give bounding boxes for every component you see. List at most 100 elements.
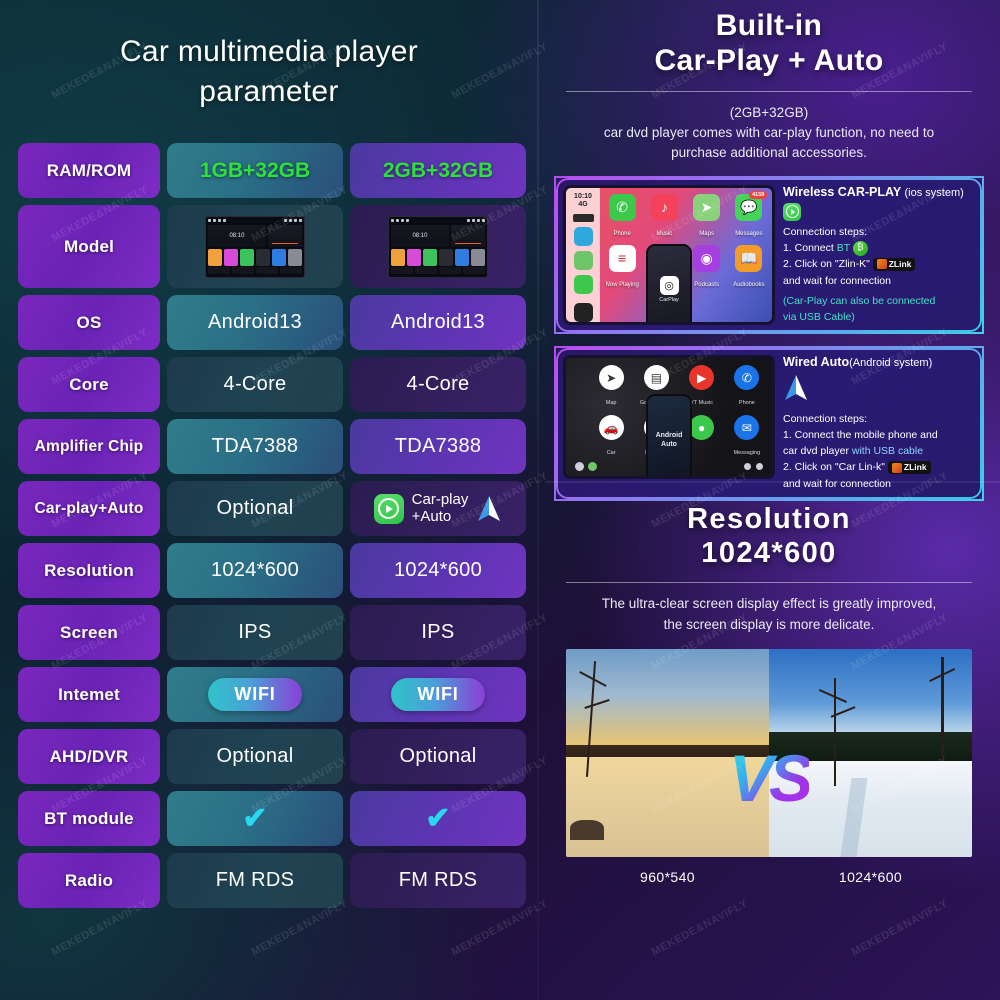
hu-status-left [208,218,226,224]
carplay-app-phone[interactable]: ✆ Phone [604,193,640,240]
zlink-badge: ZLink [872,257,916,272]
carplay-sub-line3: purchase additional accessories. [671,145,867,161]
page-title-line1: Car multimedia player [119,35,419,68]
notification-badge: 4159 [749,190,768,199]
carplay-display: 10:10 4G ✆ Phone ♪ Music ➤ Maps 💬 4159 Messages ≡… [563,184,775,325]
wireless-step2-tail: and wait for connection [783,274,891,287]
phone-icon: ✆ [734,365,760,391]
music-icon: ♪ [650,193,678,221]
wired-heading-suffix: (Android system) [849,357,933,370]
hu-clock-widget: 08:10 [208,225,266,247]
zlink-icon [891,462,902,473]
head-unit-screenshot: 08:10 [388,215,488,278]
zlink-badge: ZLink [887,460,931,475]
carplay-title-line1: Built-in [715,9,823,42]
carplay-title-rule [566,90,972,92]
panel-divider-vertical [537,0,539,1000]
carplay-app-maps[interactable]: ➤ Maps [689,193,725,240]
maps-icon-small [573,250,593,270]
carplay-signal: 4G [578,200,588,208]
spec-value-col1: Optional [167,481,343,536]
car-icon: 🚗 [598,415,624,441]
wireless-steps-label: Connection steps: [783,225,868,238]
android-auto-phone-overlay: Android Auto [646,394,692,477]
carplay-app-podcasts[interactable]: ◉ Podcasts [689,244,725,291]
wireless-heading-main: Wireless CAR-PLAY [783,184,901,199]
hu-app-row [208,248,303,266]
carplay-sidebar: 10:10 4G [566,187,600,322]
hu-bottom-bar [208,267,302,274]
vs-badge: VS [728,740,813,815]
android-auto-app-label: Map [605,400,617,407]
carplay-app-audiobooks[interactable]: 📖 Audiobooks [731,244,767,291]
wireless-step2-prefix: 2. Click on "Zlin-K" [783,258,870,271]
maps-icon: ➤ [693,193,721,221]
hu-widgets: 08:10 [391,225,485,247]
spec-row: OS Android13 Android13 [18,295,526,350]
yt-music-icon: ▶ [689,365,715,391]
app-icon: ● [689,415,715,441]
resolution-subtitle: The ultra-clear screen display effect is… [554,594,984,635]
spec-row: RAM/ROM 1GB+32GB 2GB+32GB [18,143,526,198]
carplay-screen-mock: 10:10 4G ✆ Phone ♪ Music ➤ Maps 💬 4159 Messages ≡… [563,184,775,326]
wireless-step1-accent: BT [836,241,850,254]
resolution-sub-line2: the screen display is more delicate. [663,616,875,632]
android-auto-app-messaging[interactable]: ✉ Messaging [728,415,766,459]
checkmark-icon: ✔ [425,801,451,835]
spec-value-text: FM RDS [215,869,295,891]
carplay-sub-line1: (2GB+32GB) [729,104,809,120]
spec-value-col2: 08:10 [350,205,526,288]
carplay-app-music[interactable]: ♪ Music [646,193,682,240]
zlink-label: ZLink [888,258,912,269]
carplay-app-messages[interactable]: 💬 4159 Messages [731,190,768,240]
spec-label-os: OS [18,295,160,350]
carplay-phone-overlay: ◎ CarPlay [646,243,692,322]
spec-label-ram-rom: RAM/ROM [18,143,160,198]
hu-statusbar [391,218,485,224]
carplay-subtitle: (2GB+32GB) car dvd player comes with car… [554,103,984,164]
wired-step1-line2: car dvd player with USB cable [783,443,975,459]
android-auto-screen-mock: ➤Map▤Google News▶YT Music✆Phone🚗Car▦Podc… [563,355,775,492]
android-auto-app-label: Car [606,450,616,457]
spec-panel: Car multimedia player parameter RAM/ROM 1… [0,0,538,1000]
android-auto-app-car[interactable]: 🚗 Car [592,415,630,459]
carplay-logo-icon: ◎ [659,276,679,296]
spec-row: Model 08:10 08:10 [18,205,526,288]
spec-value-text: 1GB+32GB [199,158,311,182]
resolution-title-line2: 1024*600 [701,537,837,570]
wireless-step1-prefix: 1. Connect [783,241,837,254]
zlink-label: ZLink [903,461,927,472]
telegram-icon [573,226,593,246]
spec-value-col1: 08:10 [167,205,343,288]
auto-phone-label-line2: Auto [661,441,677,449]
android-auto-app-map[interactable]: ➤ Map [592,365,630,409]
carplay-badge-icon [783,202,975,221]
hu-music-widget [267,225,302,247]
spec-value-text: Android13 [391,311,485,333]
carplay-sub-line2: car dvd player comes with car-play funct… [603,125,935,141]
android-auto-display: ➤Map▤Google News▶YT Music✆Phone🚗Car▦Podc… [563,355,775,480]
wireless-note-line1: (Car-Play can also be connected [783,294,936,307]
resolution-section-title: Resolution 1024*600 [554,502,984,570]
carplay-section-title: Built-in Car-Play + Auto [554,8,984,79]
spec-value-col1: IPS [167,605,343,660]
carplay-app-now-playing[interactable]: ≡ Now Playing [604,244,640,291]
checkmark-icon: ✔ [242,801,268,835]
spec-value-text: 1024*600 [393,559,483,581]
bush [570,820,605,841]
android-auto-app-phone[interactable]: ✆ Phone [728,365,766,409]
spec-value-text: Optional [216,497,294,519]
spec-row: Amplifier Chip TDA7388 TDA7388 [18,419,526,474]
audiobooks-icon: 📖 [735,244,763,272]
spec-value-text: Optional [399,745,477,767]
spec-value-col1: 1024*600 [167,543,343,598]
hu-clock-widget: 08:10 [391,225,449,247]
wireless-carplay-text: Wireless CAR-PLAY (ios system) Connectio… [783,185,975,326]
spec-value-col2: FM RDS [350,853,526,908]
resolution-sub-line1: The ultra-clear screen display effect is… [601,596,937,612]
wireless-note-line2: via USB Cable) [783,311,855,324]
podcasts-icon: ◉ [693,244,721,272]
carplay-app-label: Maps [699,230,714,237]
wired-heading: Wired Auto(Android system) [783,355,975,370]
spec-value-col1: FM RDS [167,853,343,908]
